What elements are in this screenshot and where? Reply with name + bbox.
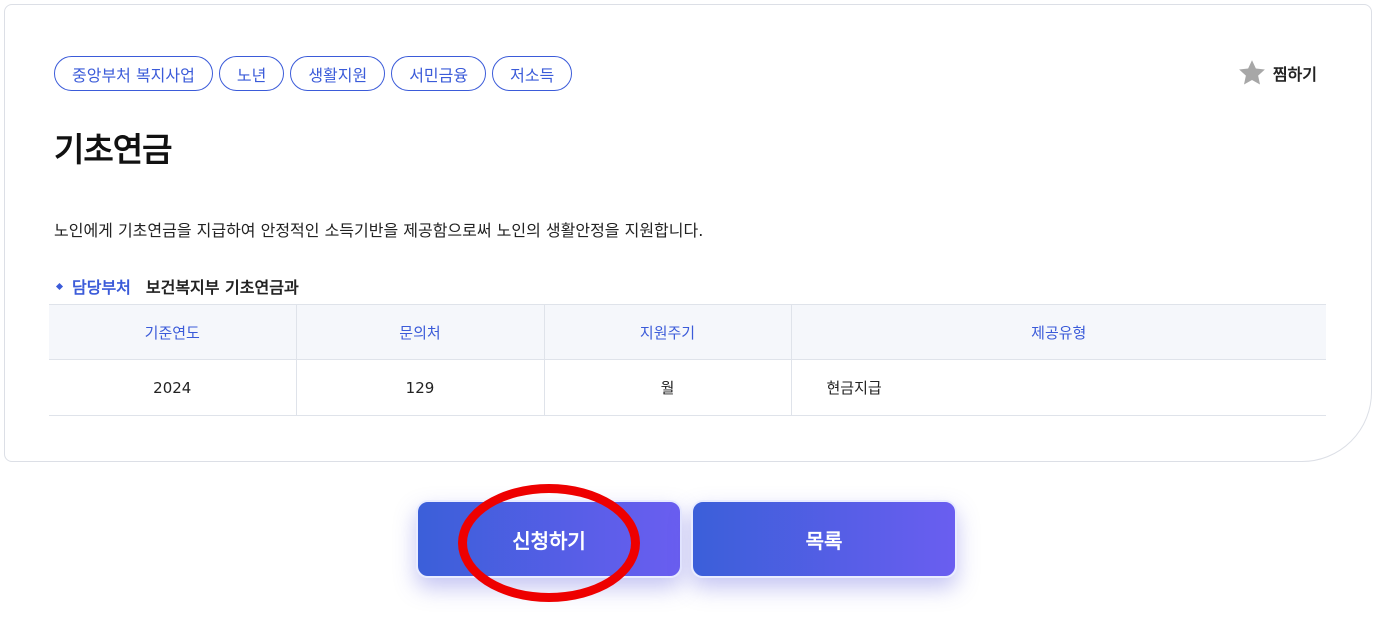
- table-header-row: 기준연도 문의처 지원주기 제공유형: [49, 304, 1326, 360]
- list-button[interactable]: 목록: [691, 500, 957, 578]
- header-base-year: 기준연도: [49, 304, 297, 360]
- header-provision-type: 제공유형: [791, 304, 1326, 360]
- header-support-cycle: 지원주기: [544, 304, 792, 360]
- cell-base-year: 2024: [49, 359, 297, 416]
- table-row: 2024 129 월 현금지급: [49, 359, 1326, 416]
- bullet-icon: [55, 282, 64, 290]
- favorite-label: 찜하기: [1272, 65, 1317, 84]
- department-info: 담당부처 보건복지부 기초연금과: [54, 274, 299, 298]
- cell-support-cycle: 월: [544, 359, 792, 416]
- tag-microfinance[interactable]: 서민금융: [391, 56, 487, 91]
- tag-list: 중앙부처 복지사업 노년 생활지원 서민금융 저소득: [54, 56, 573, 91]
- tag-living-support[interactable]: 생활지원: [290, 56, 386, 91]
- info-table: 기준연도 문의처 지원주기 제공유형 2024 129 월 현금지급: [49, 304, 1326, 416]
- tag-central-ministry[interactable]: 중앙부처 복지사업: [54, 56, 213, 91]
- tag-old-age[interactable]: 노년: [218, 56, 285, 91]
- department-label: 담당부처: [72, 278, 131, 297]
- star-icon: [1237, 58, 1267, 88]
- service-description: 노인에게 기초연금을 지급하여 안정적인 소득기반을 제공함으로써 노인의 생활…: [54, 221, 704, 240]
- cell-provision-type: 현금지급: [791, 359, 1326, 416]
- page-title: 기초연금: [54, 130, 172, 169]
- header-contact: 문의처: [296, 304, 545, 360]
- tag-low-income[interactable]: 저소득: [492, 56, 573, 91]
- department-value: 보건복지부 기초연금과: [145, 278, 299, 297]
- favorite-button[interactable]: 찜하기: [1237, 58, 1317, 88]
- cell-contact: 129: [296, 359, 545, 416]
- apply-button[interactable]: 신청하기: [416, 500, 682, 578]
